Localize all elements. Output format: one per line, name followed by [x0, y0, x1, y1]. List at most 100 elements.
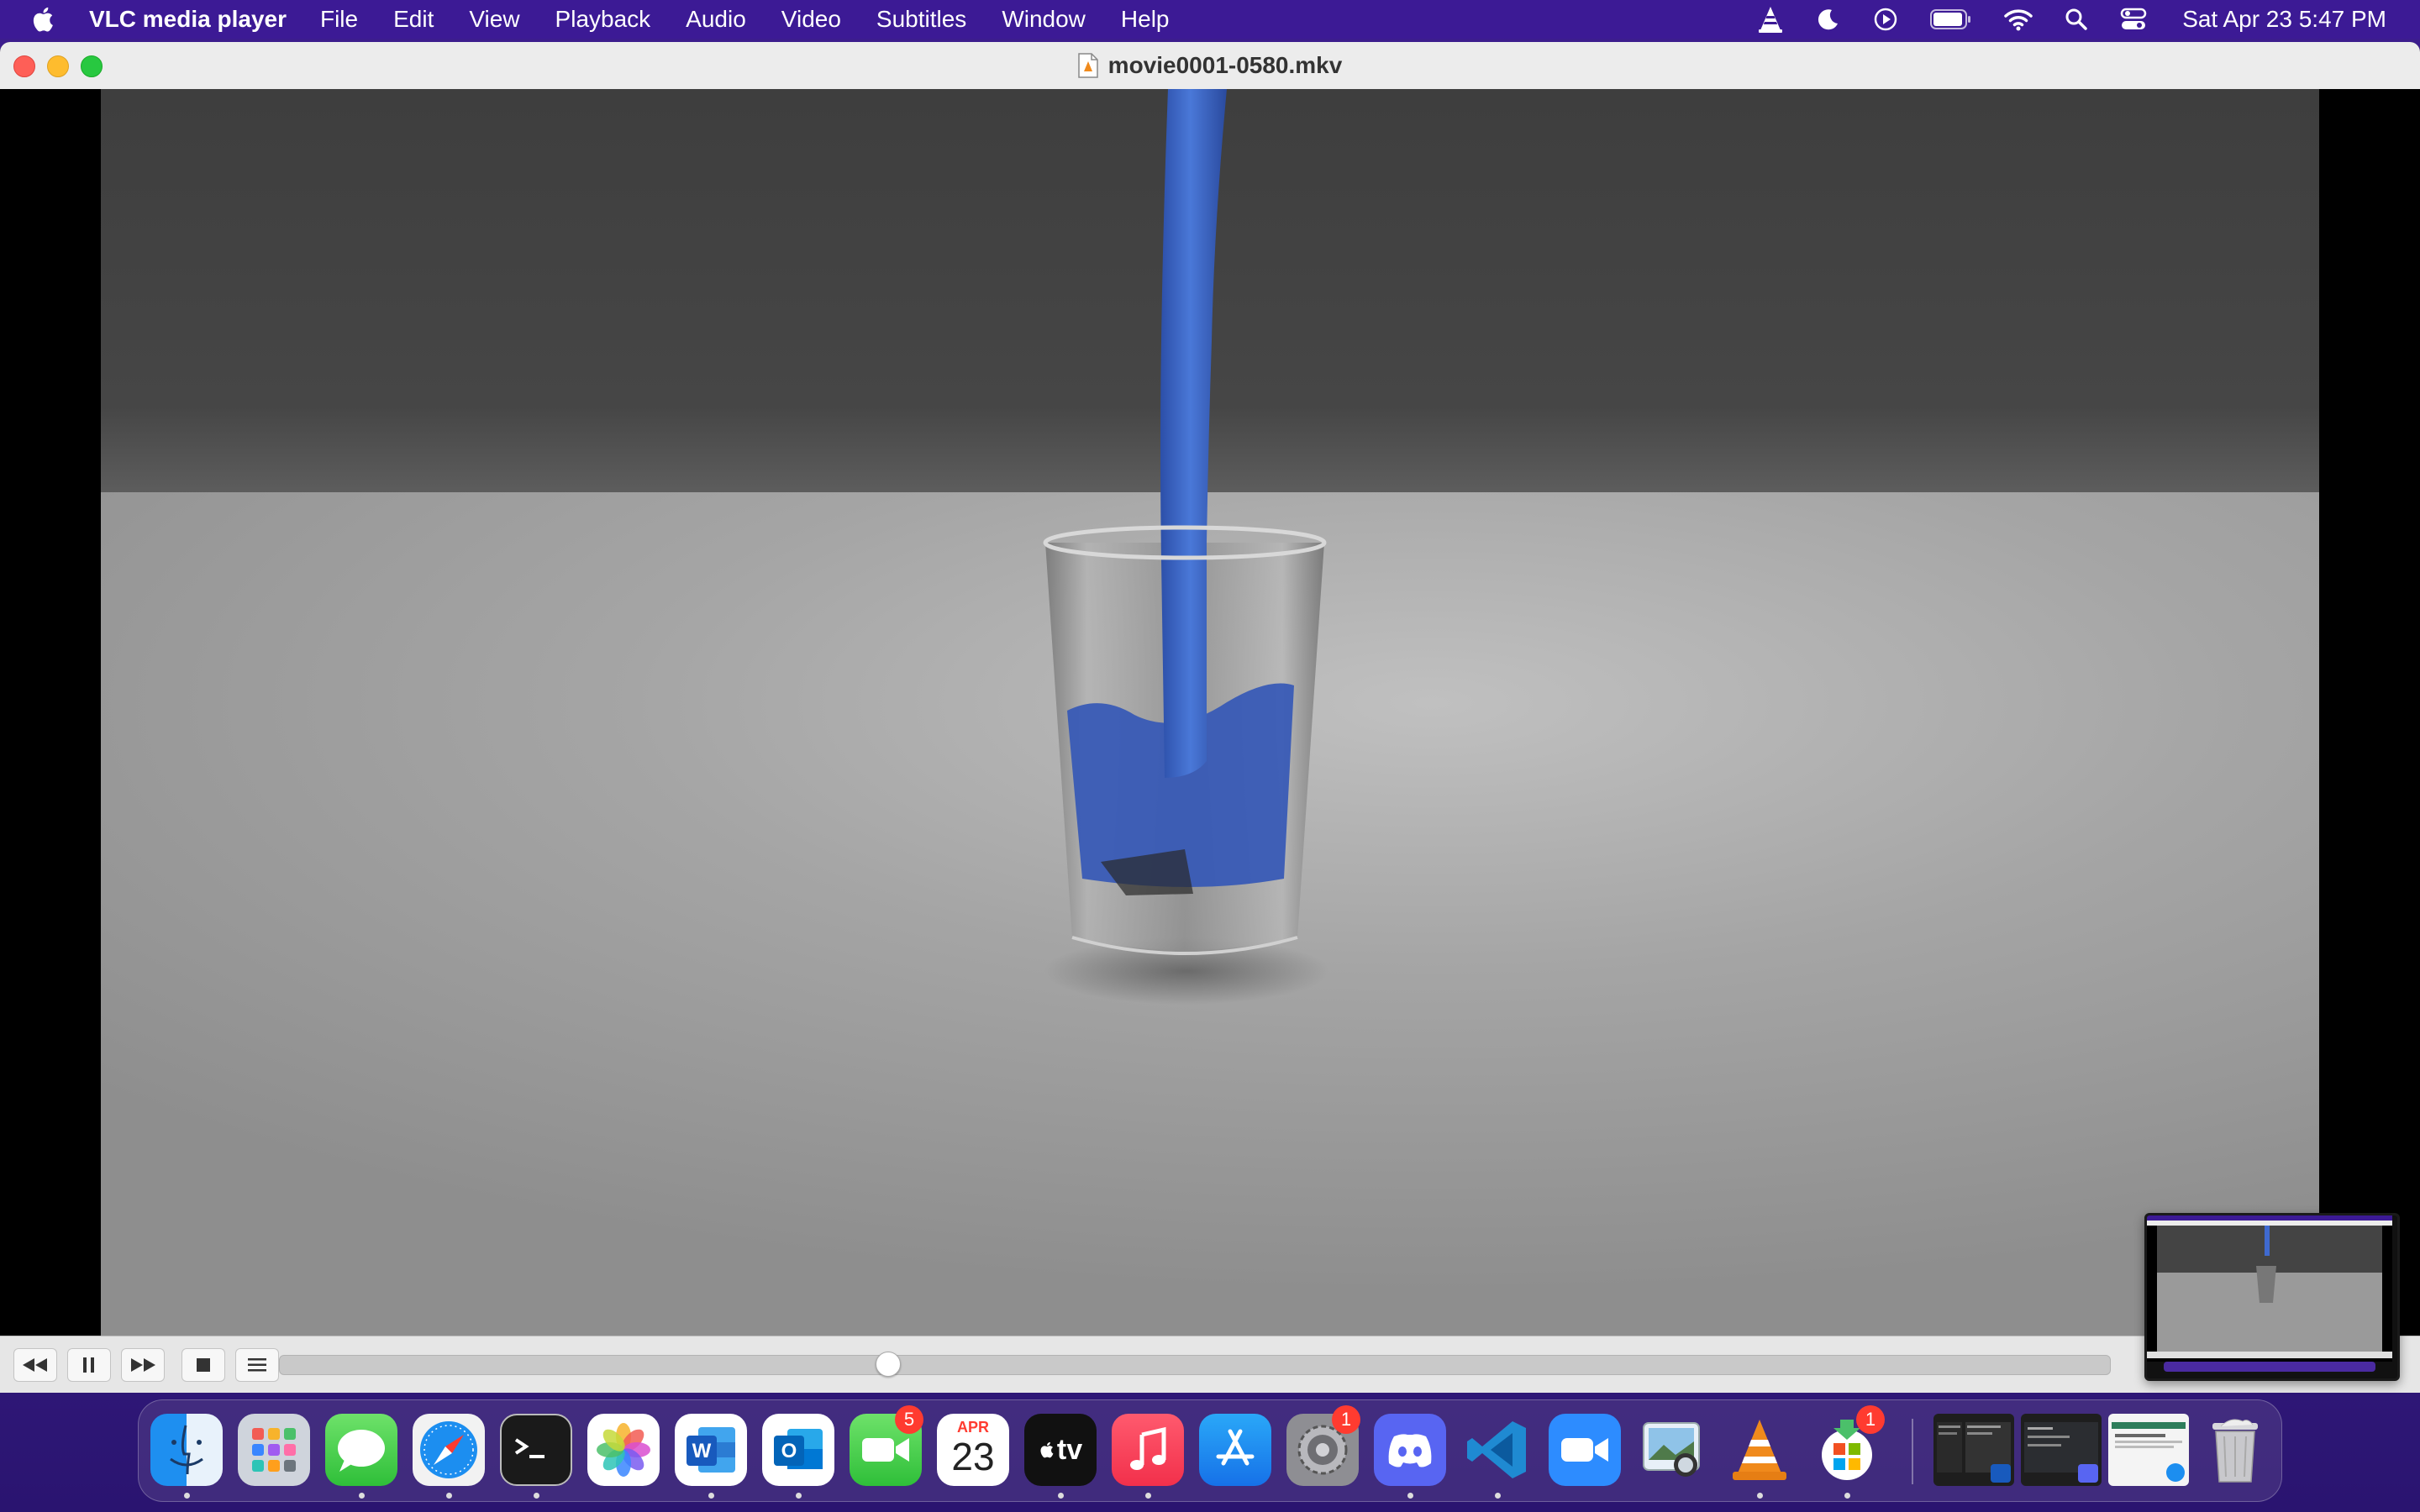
menu-playback[interactable]: Playback [555, 6, 651, 33]
dock-microsoft-word[interactable]: W [675, 1414, 747, 1486]
dock-microsoft-outlook[interactable]: O [762, 1414, 834, 1486]
play-circle-icon[interactable] [1873, 7, 1898, 32]
menubar-clock[interactable]: Sat Apr 23 5:47 PM [2182, 6, 2386, 33]
zoom-camera-icon [1561, 1438, 1608, 1462]
safari-compass-icon [420, 1421, 477, 1478]
dock: W O 5 APR 23 tv 1 1 [138, 1399, 2282, 1502]
autoupdate-badge: 1 [1856, 1405, 1885, 1434]
playback-controls-bar [0, 1336, 2420, 1393]
control-center-icon[interactable] [2120, 8, 2147, 31]
terminal-icon [514, 1438, 544, 1458]
video-frame[interactable] [101, 89, 2319, 1336]
video-output-area[interactable] [0, 89, 2420, 1383]
vlc-cone-icon [1733, 1420, 1786, 1480]
window-title-area: movie0001-0580.mkv [0, 42, 2420, 89]
dock-calendar[interactable]: APR 23 [937, 1414, 1009, 1486]
dock-terminal[interactable] [500, 1414, 572, 1486]
apple-logo-icon[interactable] [30, 5, 59, 34]
menu-subtitles[interactable]: Subtitles [876, 6, 966, 33]
dock-minimized-window-1[interactable] [1933, 1414, 2014, 1486]
screenshot-thumbnail-preview[interactable] [2144, 1213, 2400, 1381]
stop-button[interactable] [182, 1348, 225, 1382]
dock-vlc[interactable] [1723, 1414, 1796, 1486]
dock-safari[interactable] [413, 1414, 485, 1486]
dock-messages[interactable] [325, 1414, 397, 1486]
dock-apple-tv[interactable]: tv [1024, 1414, 1097, 1486]
apple-tv-label: tv [1056, 1433, 1083, 1466]
playlist-icon [248, 1358, 266, 1372]
app-store-icon [1216, 1429, 1255, 1466]
word-icon: W [687, 1427, 735, 1473]
dock-minimized-window-2[interactable] [2021, 1414, 2102, 1486]
dock-running-dot [796, 1493, 802, 1499]
moon-icon[interactable] [1816, 7, 1841, 32]
menu-video[interactable]: Video [781, 6, 841, 33]
trash-can-icon [2212, 1419, 2258, 1483]
dock-running-dot [446, 1493, 452, 1499]
dock-launchpad[interactable] [238, 1414, 310, 1486]
fast-forward-icon [131, 1358, 155, 1372]
minimized-window-thumbnail [2024, 1422, 2098, 1483]
dock-trash[interactable] [2199, 1414, 2271, 1486]
playlist-button[interactable] [235, 1348, 279, 1382]
dock-minimized-window-3[interactable] [2108, 1414, 2189, 1486]
finder-icon [170, 1425, 203, 1475]
dock-photos[interactable] [587, 1414, 660, 1486]
preview-icon [1643, 1422, 1700, 1477]
dock-discord[interactable] [1374, 1414, 1446, 1486]
dock-running-dot [1145, 1493, 1151, 1499]
calendar-day: 23 [951, 1435, 995, 1478]
photos-flower-icon [597, 1423, 650, 1477]
menu-window[interactable]: Window [1002, 6, 1086, 33]
dock-visual-studio-code[interactable] [1461, 1414, 1534, 1486]
document-file-icon [1077, 53, 1098, 78]
dock-running-dot [184, 1493, 190, 1499]
dock-preview[interactable] [1636, 1414, 1708, 1486]
dock-separator [1912, 1419, 1913, 1484]
rewind-button[interactable] [13, 1348, 57, 1382]
outlook-icon: O [774, 1429, 823, 1469]
pause-icon [83, 1357, 94, 1373]
menu-file[interactable]: File [320, 6, 358, 33]
vlc-cone-icon[interactable] [1757, 5, 1784, 34]
window-title-text: movie0001-0580.mkv [1107, 52, 1343, 78]
launchpad-icon [252, 1428, 296, 1472]
menu-edit[interactable]: Edit [393, 6, 434, 33]
music-note-icon [1130, 1426, 1166, 1470]
svg-text:O: O [781, 1440, 797, 1462]
vscode-icon [1467, 1421, 1526, 1478]
seek-slider[interactable] [279, 1352, 2111, 1377]
seek-slider-knob[interactable] [876, 1352, 901, 1377]
fast-forward-button[interactable] [121, 1348, 165, 1382]
facetime-camera-icon [862, 1438, 909, 1462]
search-icon[interactable] [2065, 8, 2088, 31]
svg-text:W: W [692, 1440, 712, 1462]
dock-running-dot [1844, 1493, 1850, 1499]
menu-audio[interactable]: Audio [686, 6, 746, 33]
dock-running-dot [534, 1493, 539, 1499]
messages-icon [338, 1430, 385, 1472]
dock-running-dot [708, 1493, 714, 1499]
dock-finder[interactable] [150, 1414, 223, 1486]
dock-zoom[interactable] [1549, 1414, 1621, 1486]
vlc-player-window: movie0001-0580.mkv [0, 42, 2420, 1393]
app-name-menu[interactable]: VLC media player [89, 6, 287, 33]
menu-view[interactable]: View [469, 6, 519, 33]
discord-icon [1388, 1434, 1432, 1467]
dock-running-dot [1757, 1493, 1763, 1499]
wifi-icon[interactable] [2004, 8, 2033, 31]
dock-app-store[interactable] [1199, 1414, 1271, 1486]
battery-icon[interactable] [1930, 8, 1972, 30]
thumbnail-image [2147, 1215, 2392, 1372]
system-preferences-badge: 1 [1332, 1405, 1360, 1434]
window-titlebar[interactable]: movie0001-0580.mkv [0, 42, 2420, 90]
dock-running-dot [1407, 1493, 1413, 1499]
dock-music[interactable] [1112, 1414, 1184, 1486]
stop-icon [197, 1358, 210, 1372]
dock-running-dot [1495, 1493, 1501, 1499]
menu-help[interactable]: Help [1121, 6, 1170, 33]
dock-running-dot [359, 1493, 365, 1499]
apple-tv-logo-icon [1040, 1441, 1054, 1458]
pause-button[interactable] [67, 1348, 111, 1382]
minimized-window-thumbnail [1937, 1422, 2011, 1483]
